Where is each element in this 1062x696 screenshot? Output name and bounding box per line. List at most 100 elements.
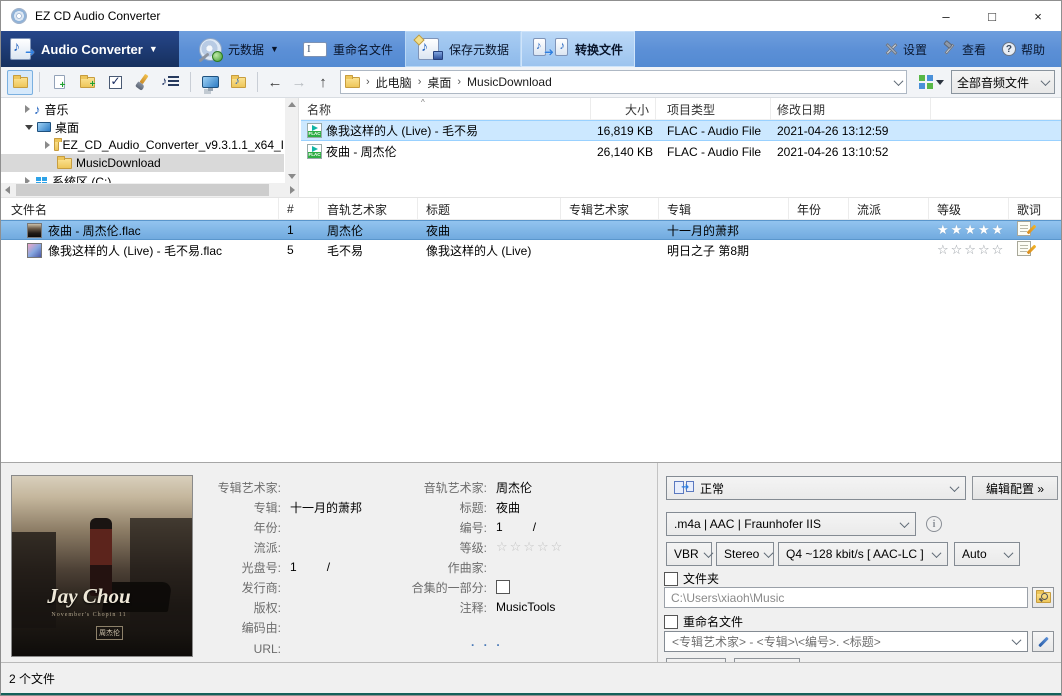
maximize-button[interactable]: □ [969,1,1015,31]
metadata-button[interactable]: 元数据 ▼ [187,31,291,67]
convert-files-button[interactable]: ♪ ♪ ➜ 转换文件 [520,31,635,67]
lyrics-edit-icon[interactable] [1017,241,1031,256]
field-year[interactable]: 年份: [197,517,290,537]
music-folder-button[interactable]: ♪ [225,70,251,95]
column-track[interactable]: # [279,198,319,220]
field-track-number[interactable]: 编号: 1/ [361,517,536,537]
more-fields-link[interactable]: . . . [471,635,503,649]
column-rating[interactable]: 等级 [929,198,1009,220]
field-album[interactable]: 专辑: 十一月的萧邦 [197,497,362,517]
track-row[interactable]: 像我这样的人 (Live) - 毛不易.flac 5 毛不易 像我这样的人 (L… [1,240,1061,260]
view-button[interactable]: 查看 [937,40,992,58]
expand-icon[interactable] [45,141,50,149]
rename-pattern-dropdown[interactable]: <专辑艺术家> - <专辑>\<编号>. <标题> [664,631,1028,652]
quality-dropdown[interactable]: Q4 ~128 kbit/s [ AAC-LC ] [778,542,948,566]
field-disc-number[interactable]: 光盘号: 1/ [197,557,330,577]
field-copyright[interactable]: 版权: [197,597,290,617]
audio-converter-menu-button[interactable]: ♪ ➜ Audio Converter ▼ [1,31,179,67]
column-year[interactable]: 年份 [789,198,849,220]
rating-stars[interactable]: ★★★★★ [929,222,1009,238]
edit-pattern-button[interactable] [1032,631,1054,652]
column-lyrics[interactable]: 歌词 [1009,198,1061,220]
browser-home-button[interactable] [7,69,33,95]
help-button[interactable]: ? 帮助 [996,41,1051,58]
column-name[interactable]: 名称 ^ [301,98,591,120]
field-compilation[interactable]: 合集的一部分: [361,577,510,597]
playlist-button[interactable] [158,70,184,95]
dropdown-chevron-icon [763,547,774,558]
track-list: 文件名 # 音轨艺术家 标题 专辑艺术家 专辑 年份 流派 等级 歌词 夜曲 -… [1,197,1061,462]
up-button[interactable]: ↑ [312,74,334,91]
computer-button[interactable] [197,70,223,95]
field-url[interactable]: URL: [197,639,290,659]
forward-button[interactable]: → [288,74,310,91]
channels-dropdown[interactable]: Stereo [716,542,774,566]
save-metadata-button[interactable]: ♪ 保存元数据 [404,31,521,67]
column-artist[interactable]: 音轨艺术家 [319,198,418,220]
rating-stars[interactable]: ☆☆☆☆☆ [929,242,1009,258]
close-button[interactable]: × [1015,1,1061,31]
format-dropdown[interactable]: .m4a | AAC | Fraunhofer IIS [666,512,916,536]
compilation-checkbox[interactable] [496,580,510,594]
field-comment[interactable]: 注释: MusicTools [361,597,556,617]
browser-row[interactable]: 像我这样的人 (Live) - 毛不易 16,819 KB FLAC - Aud… [301,120,1061,141]
add-files-button[interactable]: + [46,70,72,95]
file-filter-dropdown[interactable]: 全部音频文件 [951,70,1055,94]
breadcrumb[interactable]: › 此电脑 › 桌面 › MusicDownload [340,70,907,94]
field-album-artist[interactable]: 专辑艺术家: [197,477,290,497]
column-genre[interactable]: 流派 [849,198,929,220]
output-path-field[interactable]: C:\Users\xiaoh\Music [664,587,1028,608]
column-size[interactable]: 大小 [591,98,656,120]
back-button[interactable]: ← [264,74,286,91]
minimize-button[interactable]: – [923,1,969,31]
column-date[interactable]: 修改日期 [771,98,931,120]
field-genre[interactable]: 流派: [197,537,290,557]
column-title[interactable]: 标题 [418,198,561,220]
track-row[interactable]: 夜曲 - 周杰伦.flac 1 周杰伦 夜曲 十一月的萧邦 ★★★★★ [1,220,1061,240]
select-all-button[interactable] [102,70,128,95]
breadcrumb-item-computer[interactable]: 此电脑 [376,74,412,91]
collapse-icon[interactable] [25,124,33,130]
breadcrumb-dropdown-icon[interactable] [893,75,904,86]
scrollbar-thumb[interactable] [16,184,269,196]
clear-list-button[interactable] [130,70,156,95]
tree-item-musicdownload[interactable]: MusicDownload [1,154,284,172]
save-metadata-icon: ♪ [413,34,443,61]
folder-checkbox[interactable] [664,571,678,586]
rename-files-button[interactable]: I 重命名文件 [291,31,405,67]
tree-item-ezcd-folder[interactable]: EZ_CD_Audio_Converter_v9.3.1.1_x64_I [1,136,284,154]
field-track-artist[interactable]: 音轨艺术家: 周杰伦 [361,477,532,497]
field-title[interactable]: 标题: 夜曲 [361,497,520,517]
edit-profile-button[interactable]: 编辑配置 » [972,476,1058,500]
rename-checkbox[interactable] [664,614,678,629]
add-folder-button[interactable]: + [74,70,100,95]
column-filename[interactable]: 文件名 [1,198,279,220]
tree-item-desktop[interactable]: 桌面 [1,118,284,136]
info-icon[interactable]: i [926,516,942,532]
metadata-label: 元数据 [228,42,265,57]
lyrics-edit-icon[interactable] [1017,221,1031,236]
samplerate-dropdown[interactable]: Auto [954,542,1020,566]
field-publisher[interactable]: 发行商: [197,577,290,597]
rating-stars[interactable]: ☆☆☆☆☆ [496,539,564,555]
column-type[interactable]: 项目类型 [661,98,771,120]
tree-vertical-scrollbar[interactable] [285,98,298,183]
navigation-bar: + + ♪ ← → ↑ › 此电脑 › 桌面 › MusicDownload 全… [1,67,1061,98]
column-album[interactable]: 专辑 [659,198,789,220]
profile-dropdown[interactable]: ➜ 正常 [666,476,966,500]
breadcrumb-item-desktop[interactable]: 桌面 [427,74,451,91]
field-rating[interactable]: 等级: ☆☆☆☆☆ [361,537,564,557]
field-encoded-by[interactable]: 编码由: [197,617,290,637]
view-mode-button[interactable] [913,70,949,95]
breadcrumb-item-musicdownload[interactable]: MusicDownload [467,75,552,89]
expand-icon[interactable] [25,105,30,113]
field-composer[interactable]: 作曲家: [361,557,496,577]
browse-folder-button[interactable] [1032,587,1054,608]
tree-item-music[interactable]: ♪ 音乐 [1,100,284,118]
file-count: 2 个文件 [9,671,56,686]
column-album-artist[interactable]: 专辑艺术家 [561,198,659,220]
bitrate-mode-dropdown[interactable]: VBR [666,542,714,566]
tree-horizontal-scrollbar[interactable] [1,183,298,197]
settings-button[interactable]: 设置 [878,41,933,58]
browser-row[interactable]: 夜曲 - 周杰伦 26,140 KB FLAC - Audio File 202… [301,141,1061,162]
